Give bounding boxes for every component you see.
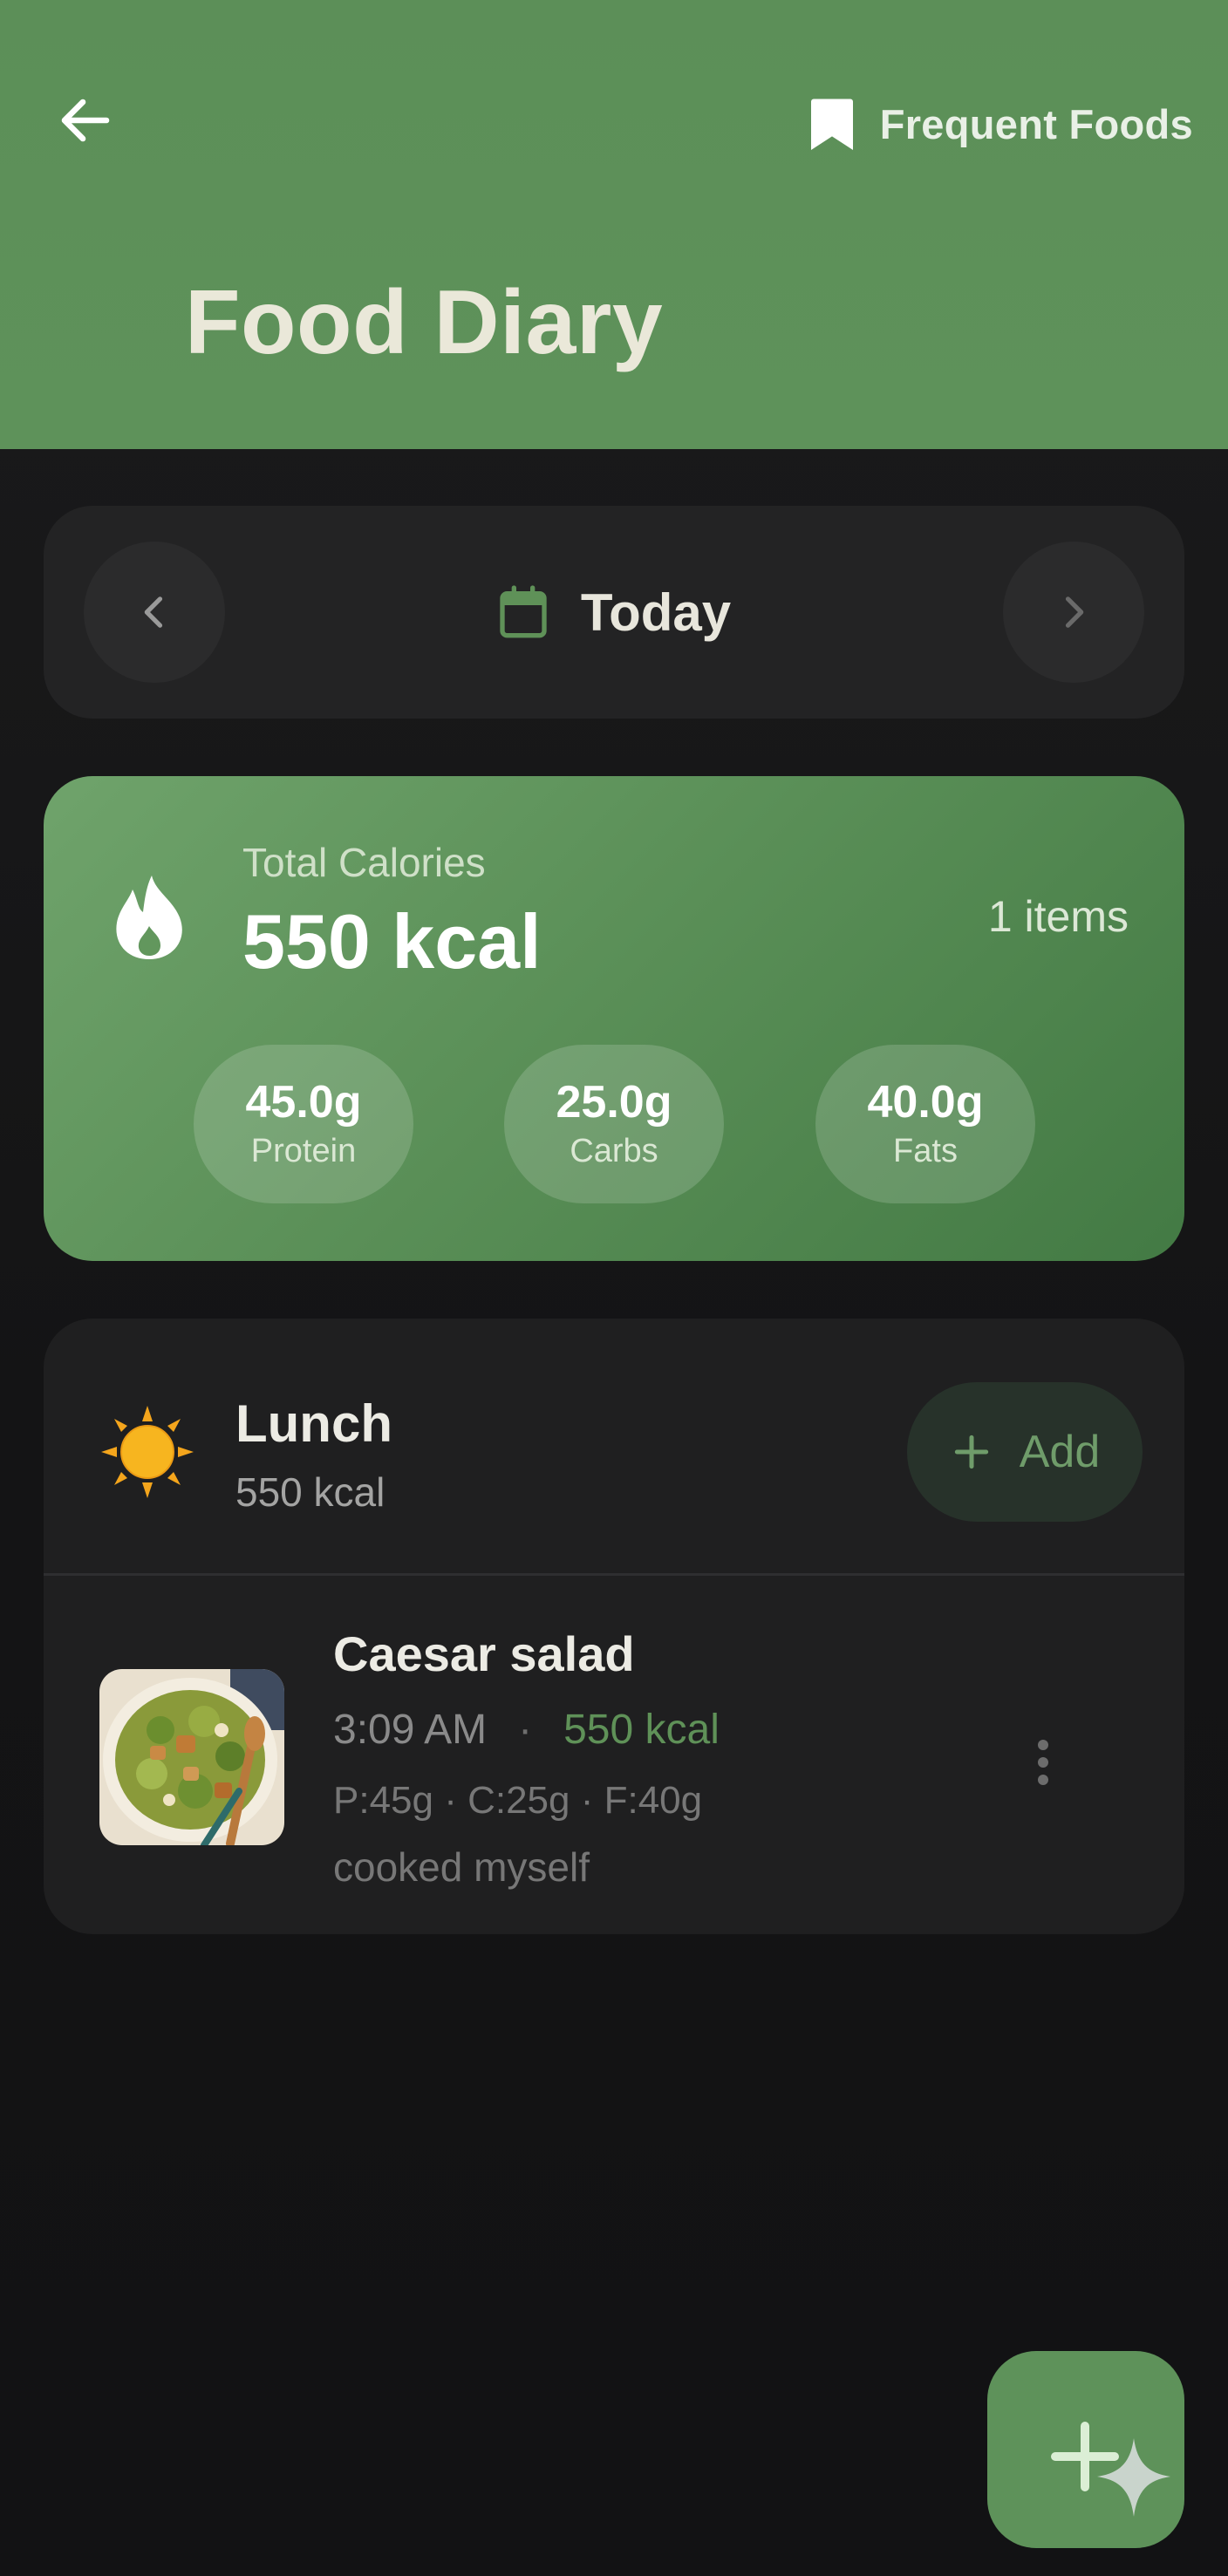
food-kcal: 550 kcal bbox=[563, 1707, 720, 1753]
food-note: cooked myself bbox=[333, 1844, 590, 1890]
frequent-foods-label: Frequent Foods bbox=[879, 100, 1193, 147]
total-calories-label: Total Calories bbox=[242, 840, 486, 885]
meal-title: Lunch bbox=[235, 1394, 392, 1453]
more-options-button[interactable] bbox=[1017, 1723, 1069, 1802]
plus-icon bbox=[954, 1435, 988, 1469]
meta-separator: · bbox=[518, 1707, 533, 1753]
sparkle-plus-icon bbox=[1051, 2422, 1170, 2517]
sun-icon bbox=[101, 1406, 194, 1498]
protein-pill: 45.0g Protein bbox=[194, 1045, 413, 1203]
fats-label: Fats bbox=[893, 1133, 958, 1170]
calendar-icon bbox=[500, 585, 547, 638]
page-title: Food Diary bbox=[185, 272, 664, 373]
back-button[interactable] bbox=[45, 80, 126, 160]
date-navigator: Today bbox=[44, 506, 1184, 719]
divider bbox=[44, 1573, 1184, 1576]
carbs-label: Carbs bbox=[570, 1133, 658, 1170]
food-meta: 3:09 AM · 550 kcal bbox=[333, 1706, 720, 1754]
more-vertical-icon bbox=[1038, 1740, 1048, 1785]
add-label: Add bbox=[1019, 1427, 1101, 1477]
total-calories-value: 550 kcal bbox=[242, 898, 542, 985]
protein-value: 45.0g bbox=[245, 1076, 362, 1128]
carbs-value: 25.0g bbox=[556, 1076, 672, 1128]
frequent-foods-button[interactable]: Frequent Foods bbox=[808, 87, 1193, 160]
header: Frequent Foods Food Diary bbox=[0, 0, 1228, 449]
arrow-left-icon bbox=[61, 99, 110, 142]
protein-label: Protein bbox=[250, 1133, 357, 1170]
food-diary-screen: Frequent Foods Food Diary Today Total Ca… bbox=[0, 0, 1228, 2576]
meal-kcal: 550 kcal bbox=[235, 1469, 385, 1515]
ai-add-fab[interactable] bbox=[987, 2351, 1184, 2548]
fats-pill: 40.0g Fats bbox=[815, 1045, 1035, 1203]
bookmark-icon bbox=[810, 99, 853, 150]
food-photo[interactable] bbox=[99, 1669, 284, 1845]
flame-icon bbox=[116, 876, 182, 959]
chevron-right-icon bbox=[1065, 596, 1084, 628]
food-time: 3:09 AM bbox=[333, 1707, 488, 1753]
fats-value: 40.0g bbox=[867, 1076, 984, 1128]
food-macros: P:45g · C:25g · F:40g bbox=[333, 1779, 703, 1822]
food-name[interactable]: Caesar salad bbox=[333, 1625, 635, 1682]
next-day-button[interactable] bbox=[1003, 542, 1144, 683]
add-food-button[interactable]: Add bbox=[907, 1382, 1143, 1522]
items-count: 1 items bbox=[987, 892, 1129, 941]
date-label: Today bbox=[580, 583, 732, 642]
carbs-pill: 25.0g Carbs bbox=[504, 1045, 724, 1203]
salad-image bbox=[99, 1669, 284, 1845]
